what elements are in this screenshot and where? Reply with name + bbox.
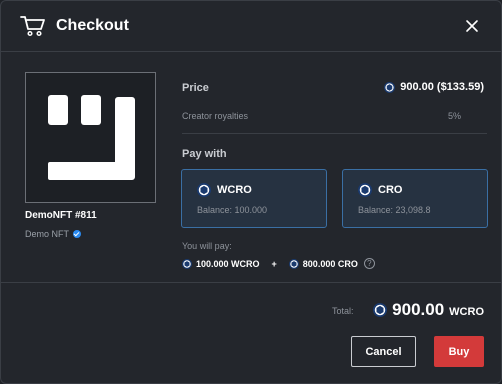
- cro-token-icon: [384, 81, 396, 93]
- price-amount: 900.00 ($133.59): [400, 81, 484, 93]
- token-balance: Balance: 23,098.8: [358, 205, 431, 215]
- help-icon[interactable]: ?: [363, 258, 375, 269]
- token-name: CRO: [378, 184, 403, 196]
- price-label: Price: [182, 82, 209, 94]
- total-value: 900.00 WCRO: [373, 300, 484, 320]
- nft-preview-image: [25, 72, 156, 203]
- cancel-button[interactable]: Cancel: [351, 336, 416, 367]
- cro-token-icon: [358, 183, 372, 197]
- total-unit: WCRO: [449, 305, 484, 318]
- pay-with-label: Pay with: [182, 148, 227, 160]
- collection-name[interactable]: Demo NFT: [25, 229, 82, 239]
- close-icon[interactable]: [465, 19, 479, 33]
- royalties-value: 5%: [448, 111, 462, 121]
- wcro-token-icon: [197, 183, 211, 197]
- cro-amount-text: 800.000 CRO: [302, 258, 358, 269]
- pay-option-header: CRO: [358, 183, 402, 197]
- divider: [182, 133, 487, 134]
- footer-divider: [1, 282, 501, 283]
- wcro-amount-text: 100.000 WCRO: [196, 258, 260, 269]
- token-name: WCRO: [217, 184, 252, 196]
- plus-sign: +: [271, 258, 277, 269]
- modal-title: Checkout: [56, 17, 129, 34]
- pay-option-wcro[interactable]: WCRO Balance: 100.000: [181, 169, 327, 228]
- you-will-pay-label: You will pay:: [182, 241, 232, 251]
- total-label: Total:: [332, 306, 354, 316]
- checkout-modal: Checkout DemoNFT #811 Demo NFT Price 900…: [0, 0, 502, 384]
- cro-token-icon: [288, 258, 299, 269]
- token-balance: Balance: 100.000: [197, 205, 268, 215]
- nft-name: DemoNFT #811: [25, 210, 97, 221]
- cart-icon: [20, 16, 45, 37]
- total-amount: 900.00: [392, 300, 445, 319]
- nft-logo-icon: [48, 95, 135, 180]
- royalties-label: Creator royalties: [182, 111, 249, 121]
- cro-pay-amount: 800.000 CRO: [288, 258, 358, 269]
- wcro-pay-amount: 100.000 WCRO: [182, 258, 260, 269]
- modal-header: Checkout: [1, 1, 501, 52]
- cro-token-icon: [373, 303, 388, 317]
- you-will-pay-breakdown: 100.000 WCRO + 800.000 CRO ?: [182, 258, 375, 269]
- pay-option-cro[interactable]: CRO Balance: 23,098.8: [342, 169, 488, 228]
- price-value: 900.00 ($133.59): [384, 81, 484, 93]
- wcro-token-icon: [182, 258, 192, 269]
- verified-badge-icon: [73, 230, 82, 238]
- buy-button[interactable]: Buy: [434, 336, 484, 367]
- pay-option-header: WCRO: [197, 183, 252, 197]
- collection-label[interactable]: Demo NFT: [25, 229, 69, 239]
